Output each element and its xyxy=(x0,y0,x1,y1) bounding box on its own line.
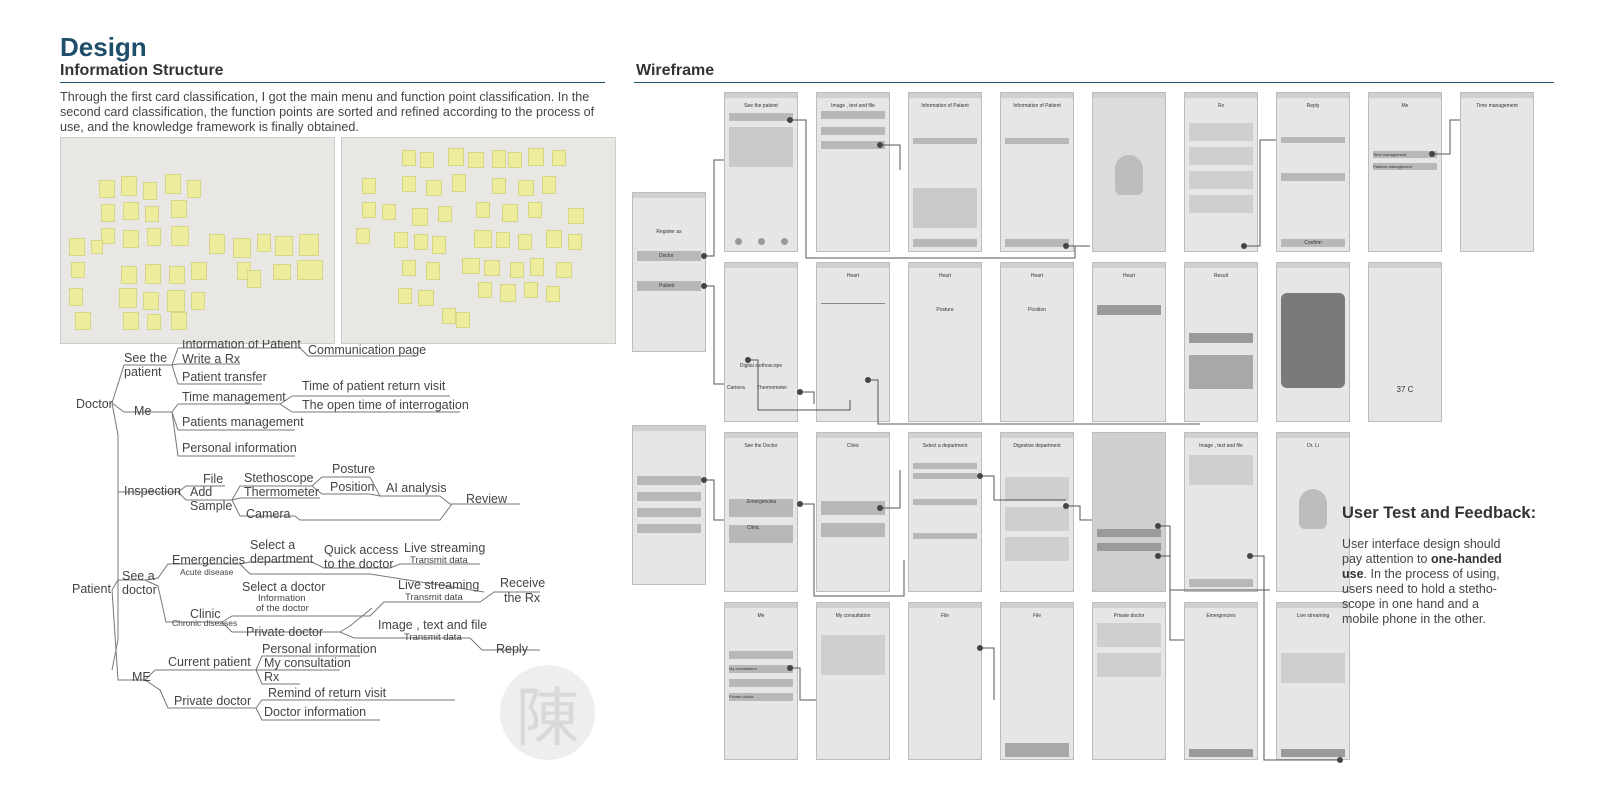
wireframe-connectors xyxy=(701,117,1460,763)
user-test-body: User interface design should pay attenti… xyxy=(1342,537,1512,627)
user-test-text-after: . In the process of using, users need to… xyxy=(1342,567,1500,626)
user-test-title: User Test and Feedback: xyxy=(1342,504,1537,522)
